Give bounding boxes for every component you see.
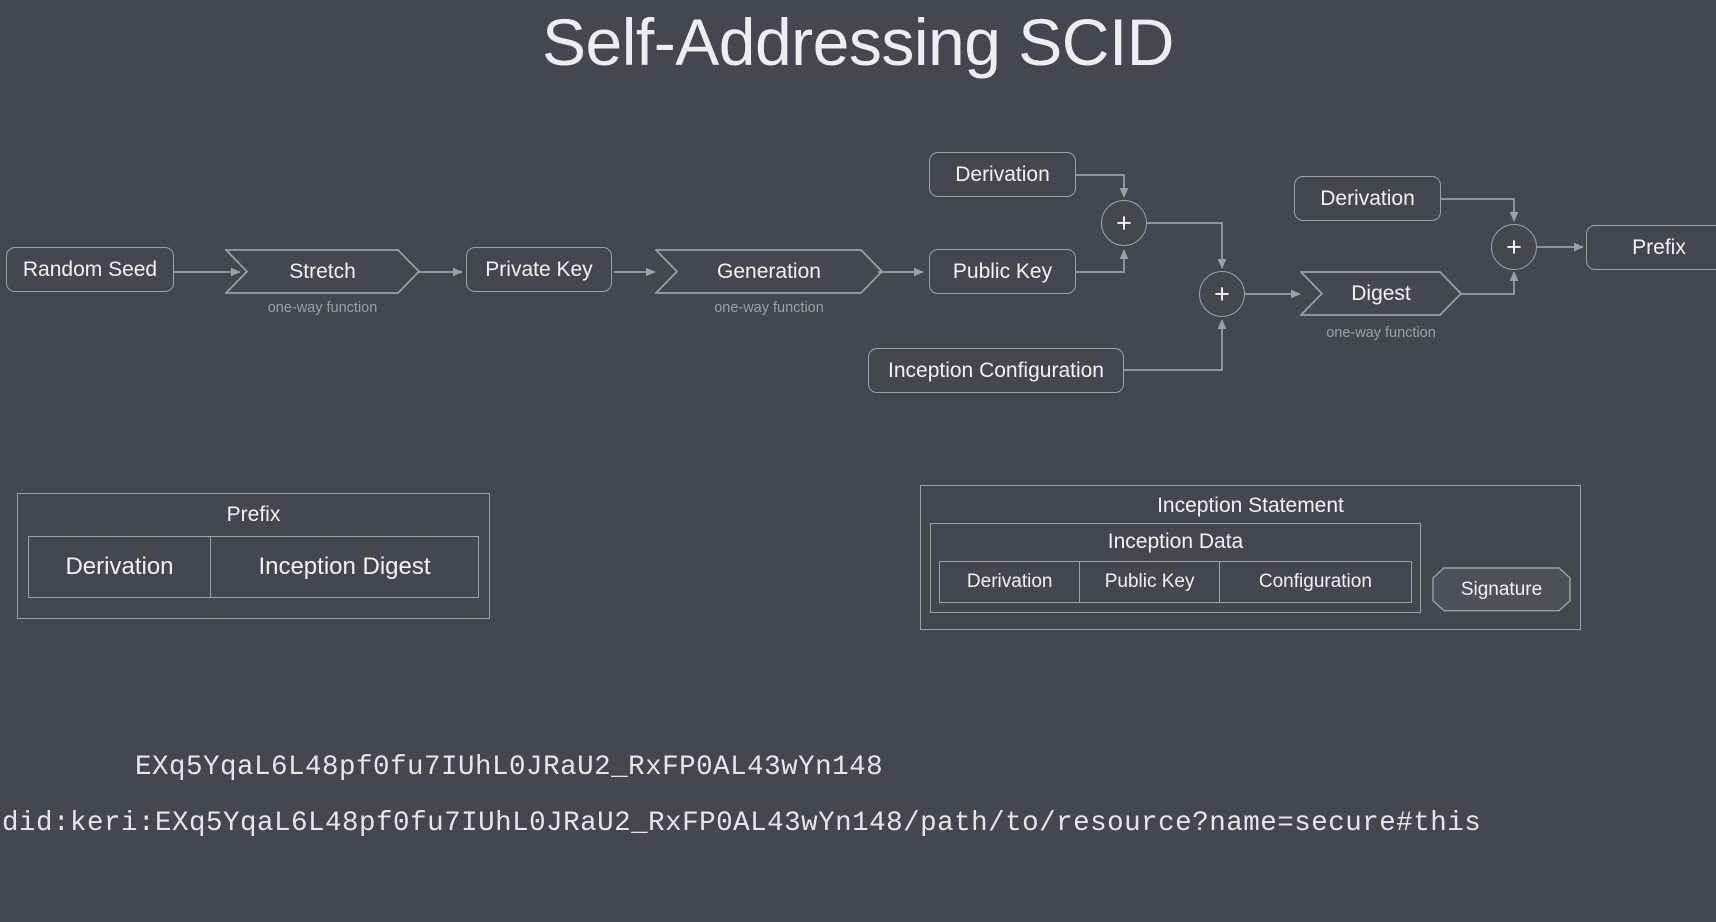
- node-inception-configuration-label: Inception Configuration: [888, 358, 1104, 382]
- signature-badge-label: Signature: [1460, 578, 1543, 600]
- combine-plus-2: +: [1199, 271, 1245, 317]
- signature-badge[interactable]: Signature: [1432, 567, 1571, 612]
- stretch-note: one-way function: [267, 300, 378, 316]
- plus-icon: +: [1116, 207, 1132, 238]
- inception-cell-derivation[interactable]: Derivation: [939, 561, 1081, 603]
- node-random-seed-label: Random Seed: [22, 257, 158, 281]
- prefix-table-row: Derivation Inception Digest: [28, 536, 479, 598]
- node-derivation-right[interactable]: Derivation: [1294, 176, 1441, 221]
- did-string: did:keri:EXq5YqaL6L48pf0fu7IUhL0JRaU2_Rx…: [2, 808, 1482, 839]
- node-digest[interactable]: Digest: [1300, 271, 1462, 316]
- node-random-seed[interactable]: Random Seed: [6, 247, 174, 292]
- node-prefix-result-label: Prefix: [1632, 235, 1686, 259]
- inception-statement-title: Inception Statement: [1157, 494, 1344, 517]
- node-inception-configuration[interactable]: Inception Configuration: [868, 348, 1124, 393]
- node-stretch[interactable]: Stretch: [225, 249, 420, 294]
- prefix-cell-inception-digest[interactable]: Inception Digest: [211, 536, 479, 598]
- plus-icon: +: [1506, 231, 1522, 262]
- inception-cell-configuration[interactable]: Configuration: [1219, 561, 1412, 603]
- prefix-cell-inception-digest-label: Inception Digest: [258, 553, 431, 580]
- combine-plus-3: +: [1491, 224, 1537, 270]
- node-public-key[interactable]: Public Key: [929, 249, 1076, 294]
- node-derivation-top-label: Derivation: [955, 162, 1050, 186]
- generation-note: one-way function: [714, 300, 824, 316]
- node-private-key[interactable]: Private Key: [466, 247, 612, 292]
- node-prefix-result[interactable]: Prefix: [1586, 225, 1716, 270]
- inception-cell-public-key[interactable]: Public Key: [1080, 561, 1220, 603]
- digest-note: one-way function: [1326, 325, 1436, 341]
- plus-icon: +: [1214, 278, 1230, 309]
- scid-string: EXq5YqaL6L48pf0fu7IUhL0JRaU2_RxFP0AL43wY…: [135, 752, 884, 783]
- inception-data-row: Derivation Public Key Configuration: [939, 561, 1412, 603]
- node-generation[interactable]: Generation: [655, 249, 883, 294]
- node-public-key-label: Public Key: [952, 259, 1053, 283]
- inception-cell-public-key-label: Public Key: [1104, 571, 1195, 592]
- inception-data-title: Inception Data: [1107, 530, 1244, 553]
- inception-statement-panel: Inception Statement Inception Data Deriv…: [920, 485, 1581, 630]
- prefix-table-title: Prefix: [226, 503, 281, 526]
- combine-plus-1: +: [1101, 200, 1147, 246]
- inception-data-panel: Inception Data Derivation Public Key Con…: [930, 523, 1421, 613]
- node-digest-label: Digest: [1351, 281, 1411, 305]
- inception-cell-derivation-label: Derivation: [966, 571, 1053, 592]
- prefix-table: Prefix Derivation Inception Digest: [17, 493, 490, 619]
- prefix-cell-derivation[interactable]: Derivation: [28, 536, 211, 598]
- node-private-key-label: Private Key: [485, 257, 593, 281]
- diagram-connectors: [174, 174, 1584, 371]
- node-derivation-right-label: Derivation: [1320, 186, 1415, 210]
- prefix-cell-derivation-label: Derivation: [65, 553, 174, 580]
- page-title: Self-Addressing SCID: [542, 5, 1174, 79]
- node-generation-label: Generation: [717, 259, 821, 283]
- node-stretch-label: Stretch: [289, 259, 356, 283]
- inception-cell-configuration-label: Configuration: [1258, 571, 1372, 592]
- node-derivation-top[interactable]: Derivation: [929, 152, 1076, 197]
